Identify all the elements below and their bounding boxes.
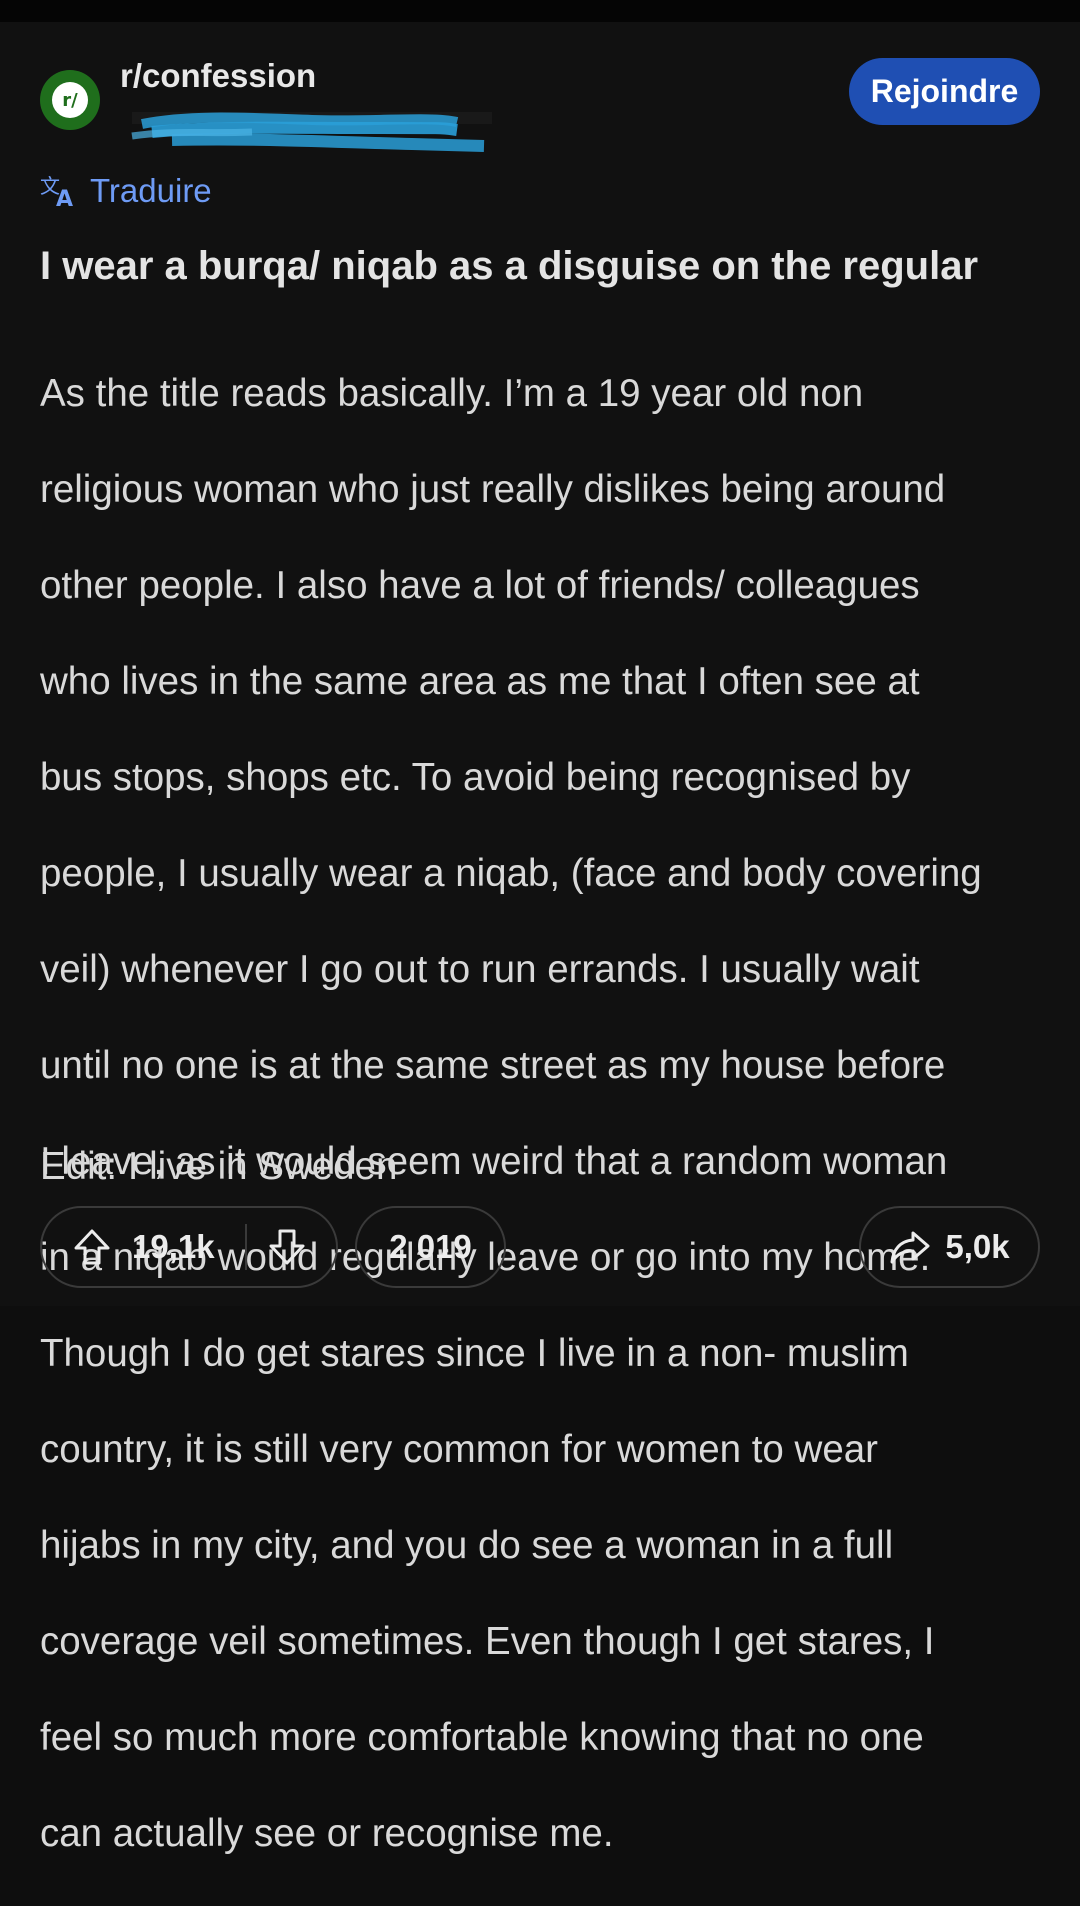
upvote-icon[interactable] [72,1227,112,1267]
post-body-line: can actually see or recognise me. [40,1812,614,1855]
post-edit-note: Edit: I live in Sweden [40,1145,398,1188]
post-body-line: bus stops, shops etc. To avoid being rec… [40,756,911,799]
redacted-username-scribble [131,112,492,152]
comment-count: 2 019 [389,1228,472,1265]
post-body-line: who lives in the same area as me that I … [40,660,920,703]
post-body-line: veil) whenever I go out to run errands. … [40,948,920,991]
post-body-line: hijabs in my city, and you do see a woma… [40,1524,894,1567]
vote-bar: 19,1k [40,1206,338,1288]
share-count: 5,0k [945,1228,1010,1265]
status-bar [0,0,1080,22]
post-body: As the title reads basically. I’m a 19 y… [40,322,1050,1906]
post-body-line: until no one is at the same street as my… [40,1044,946,1087]
translate-link[interactable]: 文 A Traduire [40,172,212,210]
join-button[interactable]: Rejoindre [849,58,1040,125]
post-body-line: Though I do get stares since I live in a… [40,1332,909,1375]
svg-text:A: A [56,187,73,209]
share-button[interactable]: 5,0k [859,1206,1040,1288]
post-body-line: coverage veil sometimes. Even though I g… [40,1620,935,1663]
post-title[interactable]: I wear a burqa/ niqab as a disguise on t… [40,244,1050,289]
post-body-line: feel so much more comfortable knowing th… [40,1716,924,1759]
subreddit-avatar[interactable]: r/ [40,70,100,130]
downvote-icon[interactable] [267,1227,307,1267]
comments-button[interactable]: 2 019 [355,1206,506,1288]
share-icon [890,1231,930,1264]
vote-divider [244,1224,247,1270]
post-body-line: religious woman who just really dislikes… [40,468,946,511]
post-body-line: country, it is still very common for wom… [40,1428,878,1471]
translate-icon: 文 A [40,174,73,209]
post-body-line: people, I usually wear a niqab, (face an… [40,852,982,895]
subreddit-name[interactable]: r/confession [120,57,316,95]
subreddit-avatar-glyph: r/ [52,82,88,118]
post-body-line: other people. I also have a lot of frien… [40,564,920,607]
translate-label: Traduire [90,172,212,209]
vote-count: 19,1k [132,1228,215,1265]
post-body-line: As the title reads basically. I’m a 19 y… [40,372,864,415]
